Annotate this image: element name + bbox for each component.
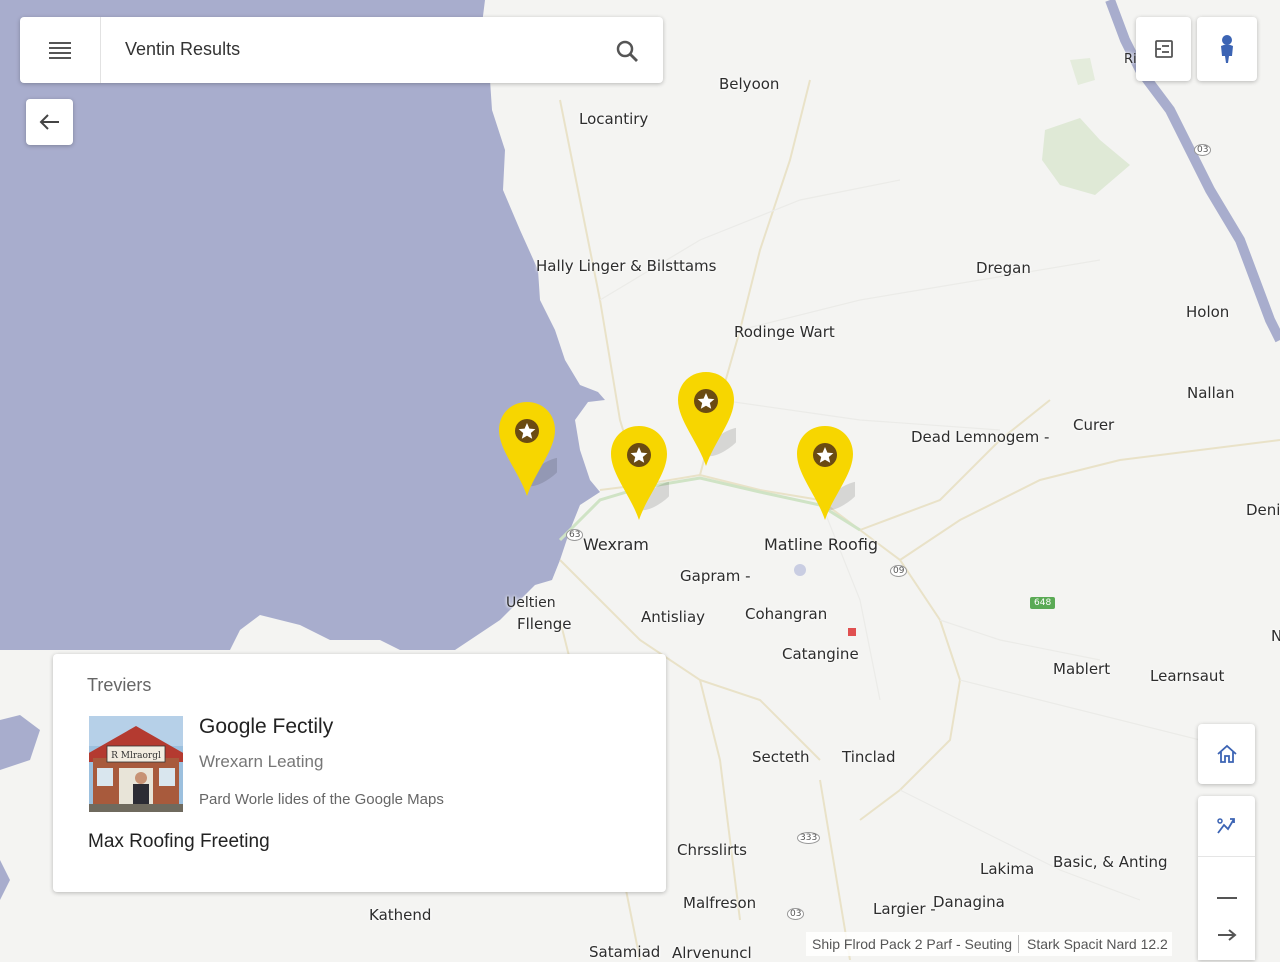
place-label: Satamiad xyxy=(589,943,661,961)
business-thumbnail[interactable]: R Mlraorgl xyxy=(89,716,183,812)
map-pin[interactable] xyxy=(609,426,669,556)
place-label: Deni xyxy=(1246,501,1280,519)
place-label: Secteth xyxy=(752,748,810,766)
place-label: Chrsslirts xyxy=(677,841,747,859)
attribution-right[interactable]: Stark Spacit Nard 12.2 xyxy=(1019,936,1172,952)
place-label: Hally Linger & Bilsttams xyxy=(536,257,717,275)
place-label: Danagina xyxy=(933,893,1005,911)
place-label: Dead Lemnogem - xyxy=(911,428,1050,446)
place-label: Dregan xyxy=(976,259,1031,277)
business-title[interactable]: Google Fectily xyxy=(199,715,333,739)
place-label: Lakima xyxy=(980,860,1035,878)
place-label: Curer xyxy=(1073,416,1115,434)
info-card[interactable]: Treviers R Mlraorgl Google Fectily Wrexa… xyxy=(53,654,666,892)
search-input[interactable]: Ventin Results xyxy=(125,39,240,60)
place-label: Holon xyxy=(1186,303,1230,321)
place-label: Fllenge xyxy=(517,615,572,633)
place-label: Catangine xyxy=(782,645,859,663)
road-shield: 333 xyxy=(797,832,821,844)
place-label: Largier - xyxy=(873,900,936,918)
layers-icon xyxy=(1154,40,1173,58)
map-pin[interactable] xyxy=(795,426,855,556)
place-label: Kathend xyxy=(369,906,432,924)
attribution-bar: Ship Flrod Pack 2 Parf - Seuting Stark S… xyxy=(806,932,1172,956)
road-shield: 648 xyxy=(1030,597,1056,609)
minus-icon xyxy=(1216,897,1237,899)
place-label: Ri xyxy=(1124,52,1137,67)
place-label: Cohangran xyxy=(745,605,828,623)
place-label: Antisliay xyxy=(641,608,706,626)
pegman-button[interactable] xyxy=(1197,17,1257,81)
poi-marker xyxy=(848,628,856,636)
search-bar: Ventin Results xyxy=(20,17,663,83)
directions-button[interactable] xyxy=(1198,796,1255,857)
search-button[interactable] xyxy=(610,34,644,68)
place-label: Learnsaut xyxy=(1150,667,1225,685)
business-subtitle: Wrexarn Leating xyxy=(199,752,324,771)
home-icon xyxy=(1216,744,1237,763)
menu-button[interactable] xyxy=(20,17,101,83)
zoom-out-button[interactable] xyxy=(1198,880,1255,916)
card-footer-link[interactable]: Max Roofing Freeting xyxy=(88,831,270,853)
home-button[interactable] xyxy=(1198,724,1255,784)
next-button[interactable] xyxy=(1198,920,1255,950)
place-label: Rodinge Wart xyxy=(734,323,835,341)
place-label: Alrvenuncl xyxy=(672,944,752,962)
card-heading: Treviers xyxy=(87,675,152,695)
place-label: Gapram - xyxy=(680,567,751,585)
thumbnail-sign: R Mlraorgl xyxy=(111,751,161,761)
arrow-left-icon xyxy=(39,114,59,130)
search-icon xyxy=(616,40,638,62)
place-label: Locantiry xyxy=(579,110,649,128)
place-label: Tinclad xyxy=(842,748,896,766)
business-description: Pard Worle lides of the Google Maps xyxy=(199,791,444,808)
pegman-icon xyxy=(1221,35,1233,63)
map-pin[interactable] xyxy=(497,402,557,532)
place-label: Belyoon xyxy=(719,75,780,93)
place-label: Malfreson xyxy=(683,894,757,912)
map-pin[interactable] xyxy=(676,372,736,502)
directions-icon xyxy=(1216,818,1235,834)
attribution-left[interactable]: Ship Flrod Pack 2 Parf - Seuting xyxy=(806,936,1018,952)
place-label: Ueltien xyxy=(506,595,556,611)
back-button[interactable] xyxy=(26,99,73,145)
layers-button[interactable] xyxy=(1136,17,1191,81)
place-label: Basic, & Anting xyxy=(1053,853,1168,871)
place-label: Nallan xyxy=(1187,384,1235,402)
lake xyxy=(794,564,806,576)
menu-icon xyxy=(49,42,71,59)
arrow-right-icon xyxy=(1217,929,1237,941)
place-label: Mablert xyxy=(1053,660,1111,678)
place-label: N xyxy=(1271,627,1280,645)
